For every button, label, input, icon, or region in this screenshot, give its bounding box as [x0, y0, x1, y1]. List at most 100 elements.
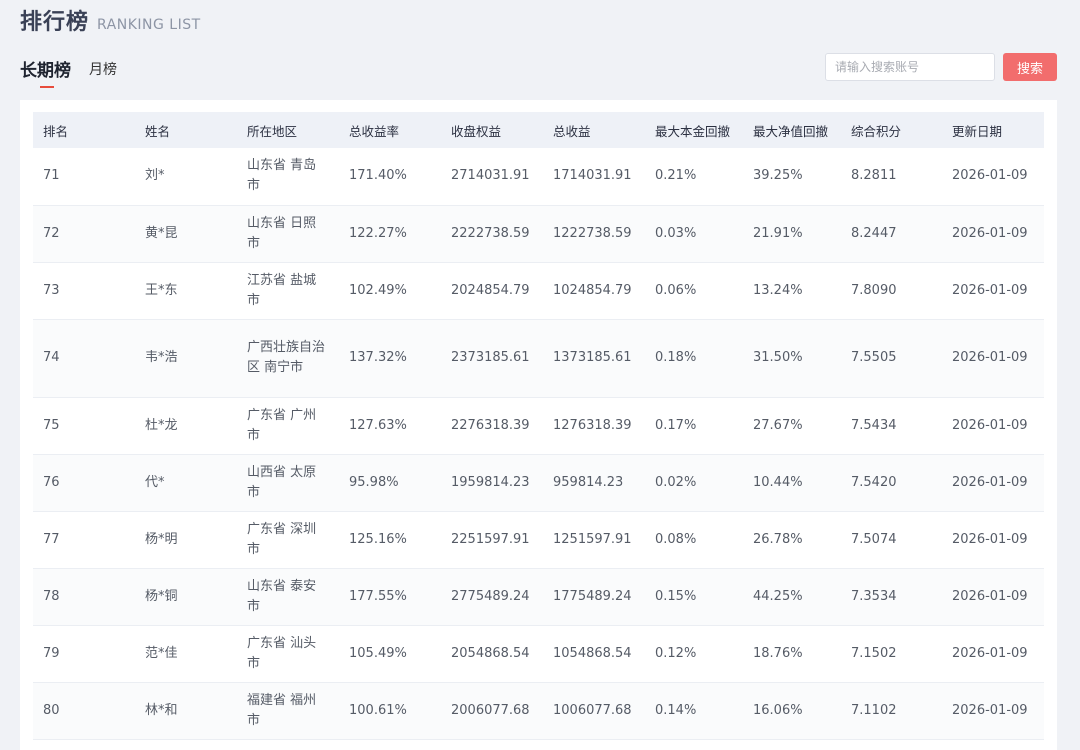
- total-profit-cell: 959814.23: [543, 454, 645, 512]
- table-row: 77 杨*明 广东省 深圳市 125.16% 2251597.91 1251597.91 0…: [33, 511, 1044, 569]
- rank-cell: 73: [33, 262, 135, 320]
- table-row: 72 黄*昆 山东省 日照市 122.27% 2222738.59 1222738.59 0…: [33, 205, 1044, 263]
- max-principal-drawdown-cell: 0.14%: [645, 682, 743, 740]
- max-principal-drawdown-cell: 0.12%: [645, 625, 743, 683]
- column-header-score: 综合积分: [851, 123, 902, 139]
- update-date-cell: 2026-01-09: [942, 319, 1044, 398]
- column-header-max-nav-drawdown: 最大净值回撤: [753, 123, 829, 139]
- total-return-cell: 105.49%: [339, 625, 441, 683]
- name-cell: 黄*昆: [135, 205, 237, 263]
- name-cell: 刘*: [135, 148, 237, 206]
- score-cell: 7.5434: [841, 397, 942, 455]
- close-equity-cell: 2373185.61: [441, 319, 543, 398]
- tab-long-term[interactable]: 长期榜: [20, 56, 71, 88]
- total-return-cell: 100.61%: [339, 682, 441, 740]
- region-cell: 广西壮族自治区 南宁市: [237, 319, 339, 398]
- score-cell: 7.1502: [841, 625, 942, 683]
- total-profit-cell: 1251597.91: [543, 511, 645, 569]
- name-cell: 杨*明: [135, 511, 237, 569]
- tab-monthly[interactable]: 月榜: [89, 59, 117, 87]
- close-equity-cell: 2222738.59: [441, 205, 543, 263]
- total-return-cell: 137.32%: [339, 319, 441, 398]
- page-header: 排行榜 RANKING LIST: [20, 4, 201, 38]
- score-cell: 7.5420: [841, 454, 942, 512]
- max-principal-drawdown-cell: 0.17%: [645, 397, 743, 455]
- name-cell: 代*: [135, 454, 237, 512]
- rank-cell: 75: [33, 397, 135, 455]
- rank-cell: 78: [33, 568, 135, 626]
- rank-cell: 74: [33, 319, 135, 398]
- total-return-cell: 102.49%: [339, 262, 441, 320]
- score-cell: 7.1102: [841, 682, 942, 740]
- total-profit-cell: 1024854.79: [543, 262, 645, 320]
- update-date-cell: 2026-01-09: [942, 148, 1044, 206]
- region-cell: 福建省 福州市: [237, 682, 339, 740]
- table-row: 71 刘* 山东省 青岛市 171.40% 2714031.91 1714031.91 0.…: [33, 148, 1044, 206]
- close-equity-cell: 2276318.39: [441, 397, 543, 455]
- region-cell: 山东省 日照市: [237, 205, 339, 263]
- close-equity-cell: 2024854.79: [441, 262, 543, 320]
- max-principal-drawdown-cell: 0.06%: [645, 262, 743, 320]
- max-nav-drawdown-cell: 27.67%: [743, 397, 841, 455]
- name-cell: 韦*浩: [135, 319, 237, 398]
- total-return-cell: 122.27%: [339, 205, 441, 263]
- name-cell: 杨*铜: [135, 568, 237, 626]
- max-principal-drawdown-cell: 0.02%: [645, 454, 743, 512]
- update-date-cell: 2026-01-09: [942, 682, 1044, 740]
- total-return-cell: 127.63%: [339, 397, 441, 455]
- table-row: 73 王*东 江苏省 盐城市 102.49% 2024854.79 1024854.79 0…: [33, 262, 1044, 320]
- ranking-card: 排名 姓名 所在地区 总收益率 收盘权益 总收益 最大本金回撤 最大净值回撤 综…: [20, 100, 1057, 750]
- score-cell: 7.8090: [841, 262, 942, 320]
- score-cell: 8.2811: [841, 148, 942, 206]
- close-equity-cell: 2251597.91: [441, 511, 543, 569]
- update-date-cell: 2026-01-09: [942, 511, 1044, 569]
- page-subtitle: RANKING LIST: [97, 17, 201, 33]
- search-input[interactable]: [825, 53, 995, 81]
- column-header-rank: 排名: [43, 123, 69, 139]
- rank-cell: 72: [33, 205, 135, 263]
- rank-cell: 71: [33, 148, 135, 206]
- close-equity-cell: 2006077.68: [441, 682, 543, 740]
- update-date-cell: 2026-01-09: [942, 262, 1044, 320]
- rank-cell: 80: [33, 682, 135, 740]
- column-header-total-profit: 总收益: [553, 123, 591, 139]
- column-header-region: 所在地区: [247, 123, 298, 139]
- update-date-cell: 2026-01-09: [942, 625, 1044, 683]
- total-profit-cell: 1714031.91: [543, 148, 645, 206]
- table-row: 75 杜*龙 广东省 广州市 127.63% 2276318.39 1276318.39 0…: [33, 397, 1044, 455]
- ranking-tabs: 长期榜 月榜: [20, 56, 117, 88]
- total-profit-cell: 1006077.68: [543, 682, 645, 740]
- total-return-cell: 171.40%: [339, 148, 441, 206]
- column-header-total-return: 总收益率: [349, 123, 400, 139]
- max-principal-drawdown-cell: 0.21%: [645, 148, 743, 206]
- table-row: 74 韦*浩 广西壮族自治区 南宁市 137.32% 2373185.61 1373185…: [33, 319, 1044, 398]
- max-nav-drawdown-cell: 21.91%: [743, 205, 841, 263]
- table-row: 76 代* 山西省 太原市 95.98% 1959814.23 959814.23 0.02…: [33, 454, 1044, 512]
- column-header-close-equity: 收盘权益: [451, 123, 502, 139]
- max-principal-drawdown-cell: 0.03%: [645, 205, 743, 263]
- update-date-cell: 2026-01-09: [942, 454, 1044, 512]
- close-equity-cell: 2054868.54: [441, 625, 543, 683]
- name-cell: 杜*龙: [135, 397, 237, 455]
- table-header-row: 排名 姓名 所在地区 总收益率 收盘权益 总收益 最大本金回撤 最大净值回撤 综…: [33, 112, 1044, 148]
- update-date-cell: 2026-01-09: [942, 205, 1044, 263]
- max-nav-drawdown-cell: 39.25%: [743, 148, 841, 206]
- table-row: 79 范*佳 广东省 汕头市 105.49% 2054868.54 1054868.54 0…: [33, 625, 1044, 683]
- max-principal-drawdown-cell: 0.18%: [645, 319, 743, 398]
- search-button[interactable]: 搜索: [1003, 53, 1057, 81]
- rank-cell: 79: [33, 625, 135, 683]
- update-date-cell: 2026-01-09: [942, 397, 1044, 455]
- score-cell: 7.5505: [841, 319, 942, 398]
- max-principal-drawdown-cell: 0.08%: [645, 511, 743, 569]
- table-row: 80 林*和 福建省 福州市 100.61% 2006077.68 1006077.68 0…: [33, 682, 1044, 740]
- update-date-cell: 2026-01-09: [942, 568, 1044, 626]
- total-return-cell: 95.98%: [339, 454, 441, 512]
- close-equity-cell: 2714031.91: [441, 148, 543, 206]
- page-title: 排行榜: [20, 10, 90, 35]
- region-cell: 广东省 汕头市: [237, 625, 339, 683]
- column-header-max-principal-drawdown: 最大本金回撤: [655, 123, 731, 139]
- region-cell: 广东省 广州市: [237, 397, 339, 455]
- ranking-table: 排名 姓名 所在地区 总收益率 收盘权益 总收益 最大本金回撤 最大净值回撤 综…: [33, 112, 1044, 740]
- table-body: 71 刘* 山东省 青岛市 171.40% 2714031.91 1714031.91 0.…: [33, 148, 1044, 740]
- region-cell: 山西省 太原市: [237, 454, 339, 512]
